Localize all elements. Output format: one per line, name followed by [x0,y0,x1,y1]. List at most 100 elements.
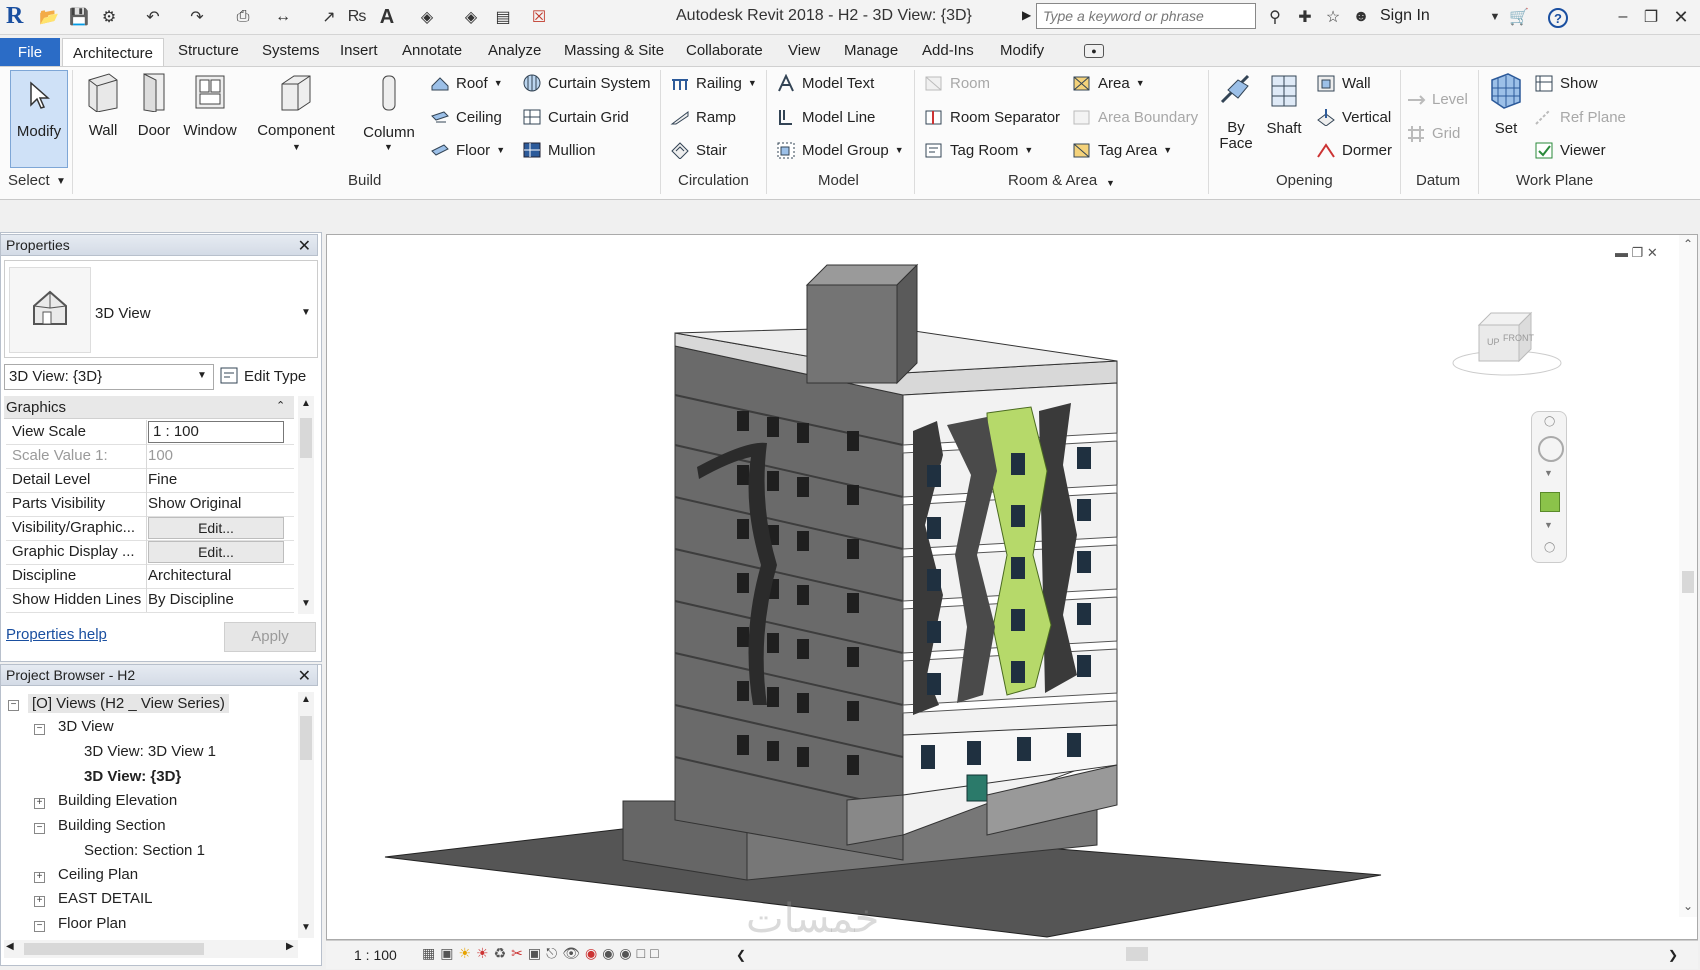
room-button[interactable]: Room [924,74,990,92]
scroll-right-icon[interactable]: ▶ [286,941,294,952]
analytical-icon[interactable]: □ [637,945,650,961]
close-icon[interactable]: ✕ [298,236,311,256]
tree-item-east-detail[interactable]: EAST DETAIL [58,890,152,907]
render-icon[interactable]: ♻ [494,945,512,961]
collapse-icon[interactable]: − [34,921,45,932]
door-button[interactable]: Door [136,72,172,139]
tag-room-button[interactable]: Tag Room ▼ [924,141,1033,159]
railing-button[interactable]: Railing ▼ [670,74,757,92]
visibility-edit-button[interactable]: Edit... [148,517,284,539]
tab-file[interactable]: File [0,38,60,66]
model-text-button[interactable]: Model Text [776,74,874,92]
scroll-up-icon[interactable]: ⌃ [1683,237,1693,251]
collapse-icon[interactable]: − [34,823,45,834]
crop-icon[interactable]: ✂ [511,945,528,961]
switch-windows-icon[interactable]: ▤ [492,6,514,28]
curtain-system-button[interactable]: Curtain System [522,74,651,92]
select-group-label[interactable]: Select [8,172,50,189]
chevron-down-icon[interactable]: ▼ [1136,78,1145,88]
roof-button[interactable]: Roof ▼ [430,74,503,92]
binoculars-icon[interactable]: ⚲ [1264,6,1286,28]
set-work-plane-button[interactable]: Set [1484,72,1528,137]
scroll-left-icon[interactable]: ❮ [736,948,746,962]
tab-architecture[interactable]: Architecture [62,38,164,67]
undo-icon[interactable]: ↶ [142,6,164,28]
tree-item-ceiling-plan[interactable]: Ceiling Plan [58,866,138,883]
help-icon[interactable]: ? [1548,8,1568,28]
room-area-group-label[interactable]: Room & Area [1008,172,1097,189]
expand-icon[interactable]: + [34,872,45,883]
property-value[interactable]: Fine [148,471,177,488]
scroll-thumb[interactable] [300,716,312,760]
close-icon[interactable]: ✕ [298,666,311,686]
viewcube[interactable]: UP FRONT [1447,305,1567,385]
tab-collaborate[interactable]: Collaborate [686,42,763,59]
chevron-down-icon[interactable]: ▼ [301,307,311,318]
tab-systems[interactable]: Systems [262,42,320,59]
chevron-down-icon[interactable]: ▼ [384,142,393,152]
scroll-up-icon[interactable]: ▲ [301,694,311,705]
property-row[interactable]: Detail Level Fine [6,468,294,493]
viewcube-left-face[interactable]: UP [1487,337,1500,347]
ramp-button[interactable]: Ramp [670,108,736,126]
dimension-icon[interactable]: ↗ [318,6,340,28]
properties-scrollbar[interactable]: ▲ ▼ [298,396,314,614]
ribbon-toggle-icon[interactable]: ● [1084,44,1104,58]
detail-level-icon[interactable]: ▦ [422,945,440,961]
collapse-icon[interactable]: − [34,724,45,735]
tab-modify[interactable]: Modify [1000,42,1044,59]
edit-type-button[interactable]: Edit Type [220,364,314,388]
floor-button[interactable]: Floor ▼ [430,141,505,159]
chevron-down-icon[interactable]: ▼ [1163,145,1172,155]
column-button[interactable]: Column [358,72,420,141]
viewport-vscrollbar[interactable]: ⌃ ⌄ [1679,235,1697,917]
scroll-down-icon[interactable]: ▼ [301,922,311,933]
restore-icon[interactable]: ❐ [1640,6,1662,28]
nav-options-icon[interactable]: ◯ [1544,542,1555,553]
view-instance-select[interactable]: 3D View: {3D} ▼ [4,364,214,390]
scroll-up-icon[interactable]: ▲ [301,398,311,409]
tab-insert[interactable]: Insert [340,42,378,59]
scale-readout[interactable]: 1 : 100 [354,947,397,963]
window-button[interactable]: Window [180,72,240,139]
ref-plane-button[interactable]: Ref Plane [1534,108,1626,126]
modify-button[interactable]: Modify [10,70,68,168]
scroll-thumb[interactable] [24,943,204,955]
property-row[interactable]: Show Hidden Lines By Discipline [6,588,294,613]
tab-structure[interactable]: Structure [178,42,239,59]
user-icon[interactable]: ☻ [1350,6,1372,28]
wall-opening-button[interactable]: Wall [1316,74,1371,92]
close-icon[interactable]: ✕ [1670,6,1692,28]
chevron-down-icon[interactable]: ▼ [895,145,904,155]
viewer-button[interactable]: Viewer [1534,141,1606,159]
property-value[interactable]: Show Original [148,495,241,512]
chevron-down-icon[interactable]: ▼ [1544,520,1553,530]
tab-annotate[interactable]: Annotate [402,42,462,59]
chevron-down-icon[interactable]: ▼ [748,78,757,88]
sections-icon[interactable]: ◈ [460,6,482,28]
revit-logo[interactable]: R [6,3,23,30]
print-icon[interactable]: ⎙ [232,6,254,28]
text-icon[interactable]: A [376,6,398,28]
property-value[interactable]: Architectural [148,567,231,584]
steering-wheel-icon[interactable] [1538,436,1564,462]
lock-icon[interactable]: ⎋ [546,945,562,961]
vertical-opening-button[interactable]: Vertical [1316,108,1391,126]
graphics-section[interactable]: Graphics ⌃ [4,396,294,419]
tab-view[interactable]: View [788,42,820,59]
graphic-display-edit-button[interactable]: Edit... [148,541,284,563]
tag-icon[interactable]: ₨ [346,6,368,28]
chevron-down-icon[interactable]: ▼ [1484,6,1506,28]
grid-button[interactable]: Grid [1406,124,1460,142]
tree-item-floor-plan[interactable]: Floor Plan [58,915,126,932]
chevron-down-icon[interactable]: ▼ [494,78,503,88]
tree-item-3d-view[interactable]: 3D View [58,718,114,735]
scroll-down-icon[interactable]: ⌄ [1683,899,1693,913]
minimize-icon[interactable]: – [1612,6,1634,28]
search-input[interactable]: Type a keyword or phrase [1036,3,1256,29]
shaft-button[interactable]: Shaft [1262,72,1306,137]
area-button[interactable]: Area ▼ [1072,74,1145,92]
ceiling-button[interactable]: Ceiling [430,108,502,126]
collapse-icon[interactable]: − [8,700,19,711]
by-face-button[interactable]: By Face [1214,72,1258,152]
